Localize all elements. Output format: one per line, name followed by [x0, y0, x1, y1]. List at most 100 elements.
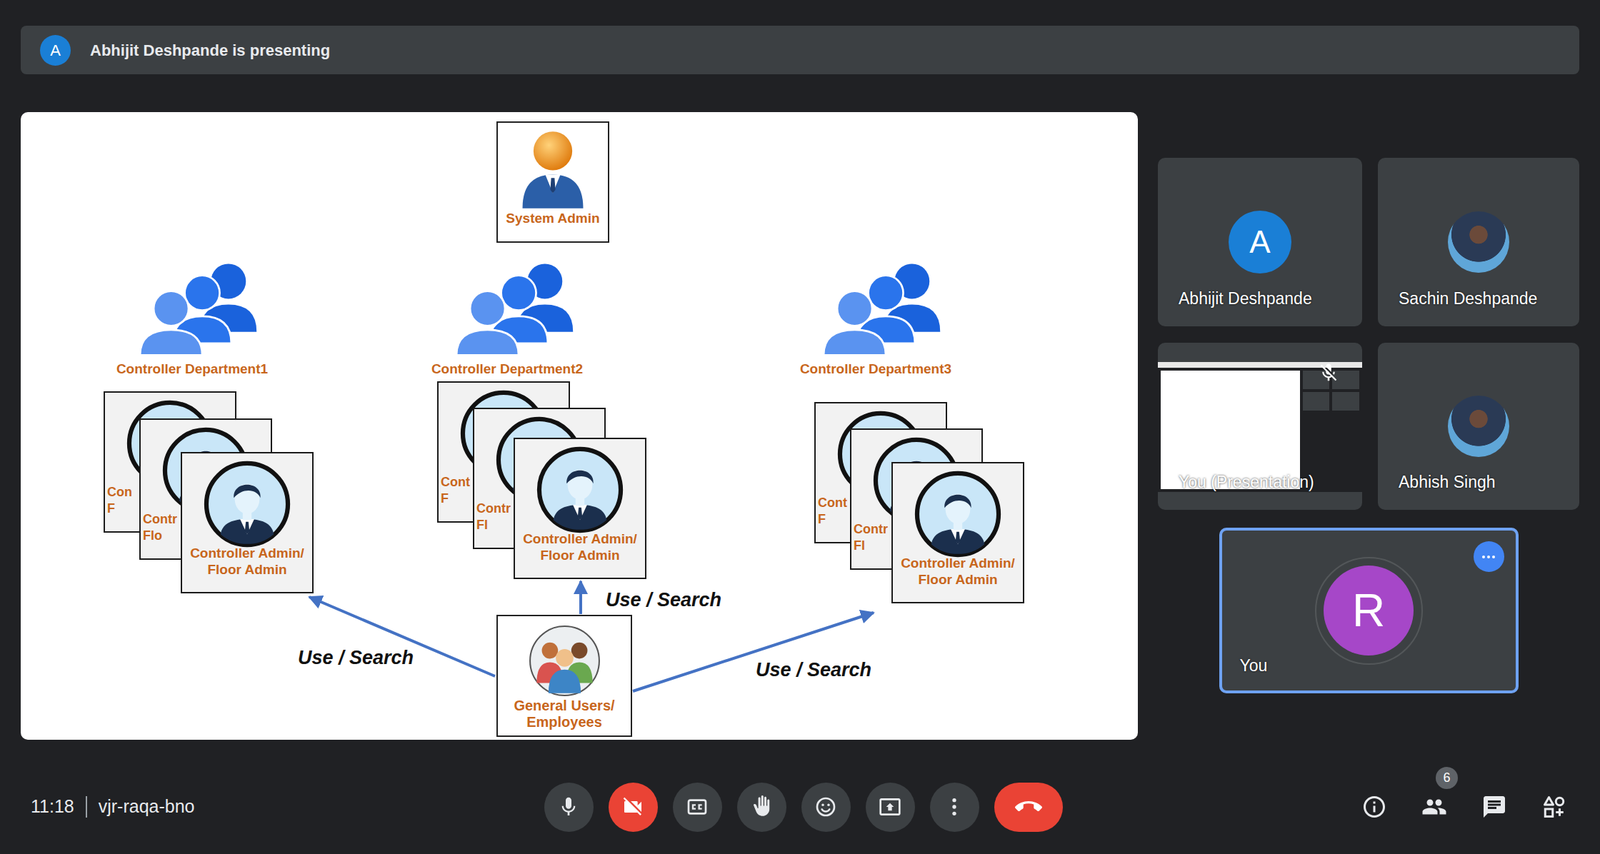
thumbnail-bar — [1157, 362, 1363, 368]
self-view-area: R You — [1219, 510, 1519, 694]
call-controls — [544, 782, 1063, 833]
card-label: Controller Admin/Floor Admin — [182, 545, 313, 578]
participant-name: You (Presentation) — [1178, 470, 1315, 495]
present-button[interactable] — [865, 782, 915, 833]
department-label: Controller Department2 — [431, 360, 583, 378]
participant-name: You — [1240, 653, 1268, 679]
presenter-avatar: A — [40, 35, 71, 66]
participant-avatar: R — [1315, 557, 1423, 665]
more-button[interactable] — [930, 782, 980, 833]
link-label: Use / Search — [605, 585, 722, 615]
control-bar: 11:18 vjr-raqa-bno 6 — [20, 760, 1580, 854]
admin-card: Controller Admin/Floor Admin — [891, 462, 1025, 604]
side-controls: 6 — [1062, 785, 1580, 829]
info-button[interactable] — [1352, 785, 1396, 829]
thumbnail-tiles — [1302, 370, 1360, 490]
group-icon — [449, 260, 583, 358]
person-icon — [202, 460, 292, 549]
participant-count-badge: 6 — [1435, 767, 1458, 790]
meeting-code: vjr-raqa-bno — [98, 793, 195, 821]
emoji-icon — [814, 795, 838, 819]
participant-tile[interactable]: Sachin Deshpande — [1377, 157, 1580, 327]
activities-button[interactable] — [1532, 785, 1576, 829]
avatar-circle: A — [1228, 210, 1292, 274]
thumbnail-slide — [1160, 370, 1300, 490]
profile-photo — [1447, 395, 1510, 458]
participant-panel: A Abhijit Deshpande Sachin Deshpande You (P… — [1157, 112, 1580, 740]
thumbnail-tile — [1332, 370, 1360, 390]
meeting-details: 11:18 vjr-raqa-bno — [20, 793, 545, 821]
thumbnail-tile — [1302, 392, 1330, 411]
department-group — [816, 260, 950, 358]
mic-button[interactable] — [544, 782, 594, 833]
person-icon — [535, 445, 625, 535]
hand-icon — [750, 795, 773, 819]
department-group — [132, 260, 266, 358]
participant-tile[interactable]: Abhish Singh — [1377, 342, 1580, 510]
leave-icon — [1015, 793, 1043, 821]
dots-icon — [1480, 548, 1498, 566]
captions-button[interactable] — [672, 782, 723, 833]
node-label: General Users/ — [513, 697, 615, 715]
users-icon — [527, 624, 602, 698]
present-icon — [878, 795, 902, 819]
participant-tile[interactable]: R You — [1219, 527, 1519, 694]
admin-card: Controller Admin/Floor Admin — [513, 437, 647, 580]
group-icon — [132, 260, 266, 358]
presentation-slide: Use / Search Use / Search Use / Search Syst… — [20, 112, 1138, 740]
activities-icon — [1541, 794, 1568, 820]
admin-card: Controller Admin/Floor Admin — [180, 452, 314, 594]
card-label: Controller Admin/Floor Admin — [892, 555, 1023, 588]
card-label-line: Floor Admin — [515, 547, 645, 564]
department-label: Controller Department1 — [116, 360, 268, 378]
admin-icon — [510, 125, 595, 210]
card-label-line: Controller Admin/ — [892, 555, 1023, 572]
captions-icon — [685, 795, 709, 819]
meeting-stage: Use / Search Use / Search Use / Search Syst… — [20, 112, 1580, 740]
meeting-time: 11:18 — [30, 793, 75, 821]
node-label: System Admin — [505, 210, 600, 227]
chat-button[interactable] — [1472, 785, 1516, 829]
card-label-line: Controller Admin/ — [515, 530, 645, 548]
participant-avatar: A — [1228, 210, 1292, 274]
presenting-text: Abhijit Deshpande is presenting — [90, 38, 330, 63]
thumbnail-tile — [1302, 370, 1330, 390]
hand-button[interactable] — [737, 782, 787, 833]
department-group — [449, 260, 583, 358]
thumbnail-tile — [1332, 392, 1360, 411]
participant-tile[interactable]: A Abhijit Deshpande — [1157, 157, 1363, 327]
card-label: Controller Admin/Floor Admin — [515, 530, 645, 564]
participant-avatar — [1447, 395, 1510, 458]
people-button[interactable]: 6 — [1412, 785, 1456, 829]
people-icon — [1421, 794, 1448, 820]
participant-name: Sachin Deshpande — [1398, 286, 1538, 312]
person-icon — [913, 470, 1003, 559]
department-label: Controller Department3 — [800, 360, 952, 378]
more-options-button[interactable] — [1473, 541, 1505, 573]
avatar-circle: R — [1323, 565, 1414, 656]
card-label-line: Floor Admin — [892, 571, 1023, 588]
divider — [85, 796, 88, 818]
meet-window: A Abhijit Deshpande is presenting Use / S… — [0, 0, 1600, 854]
info-icon — [1361, 794, 1388, 820]
link-label: Use / Search — [297, 643, 414, 673]
presenting-banner: A Abhijit Deshpande is presenting — [20, 25, 1580, 75]
group-icon — [816, 260, 950, 358]
card-label-line: Floor Admin — [182, 561, 313, 578]
camera-button[interactable] — [608, 782, 658, 833]
participant-avatar — [1447, 211, 1510, 273]
use-arrow — [579, 581, 583, 615]
participant-name: Abhijit Deshpande — [1178, 286, 1313, 312]
link-label: Use / Search — [755, 655, 872, 685]
general-users-node: General Users/Employees — [496, 615, 633, 738]
more-icon — [942, 795, 966, 819]
system-admin-node: System Admin — [496, 121, 610, 243]
leave-button[interactable] — [994, 782, 1063, 833]
chat-icon — [1481, 794, 1508, 820]
emoji-button[interactable] — [801, 782, 851, 833]
mic-icon — [557, 795, 580, 819]
participant-grid: A Abhijit Deshpande Sachin Deshpande You (P… — [1157, 157, 1580, 510]
participant-name: Abhish Singh — [1398, 470, 1496, 495]
participant-tile[interactable]: You (Presentation) — [1157, 342, 1363, 510]
camera-icon — [621, 795, 645, 819]
